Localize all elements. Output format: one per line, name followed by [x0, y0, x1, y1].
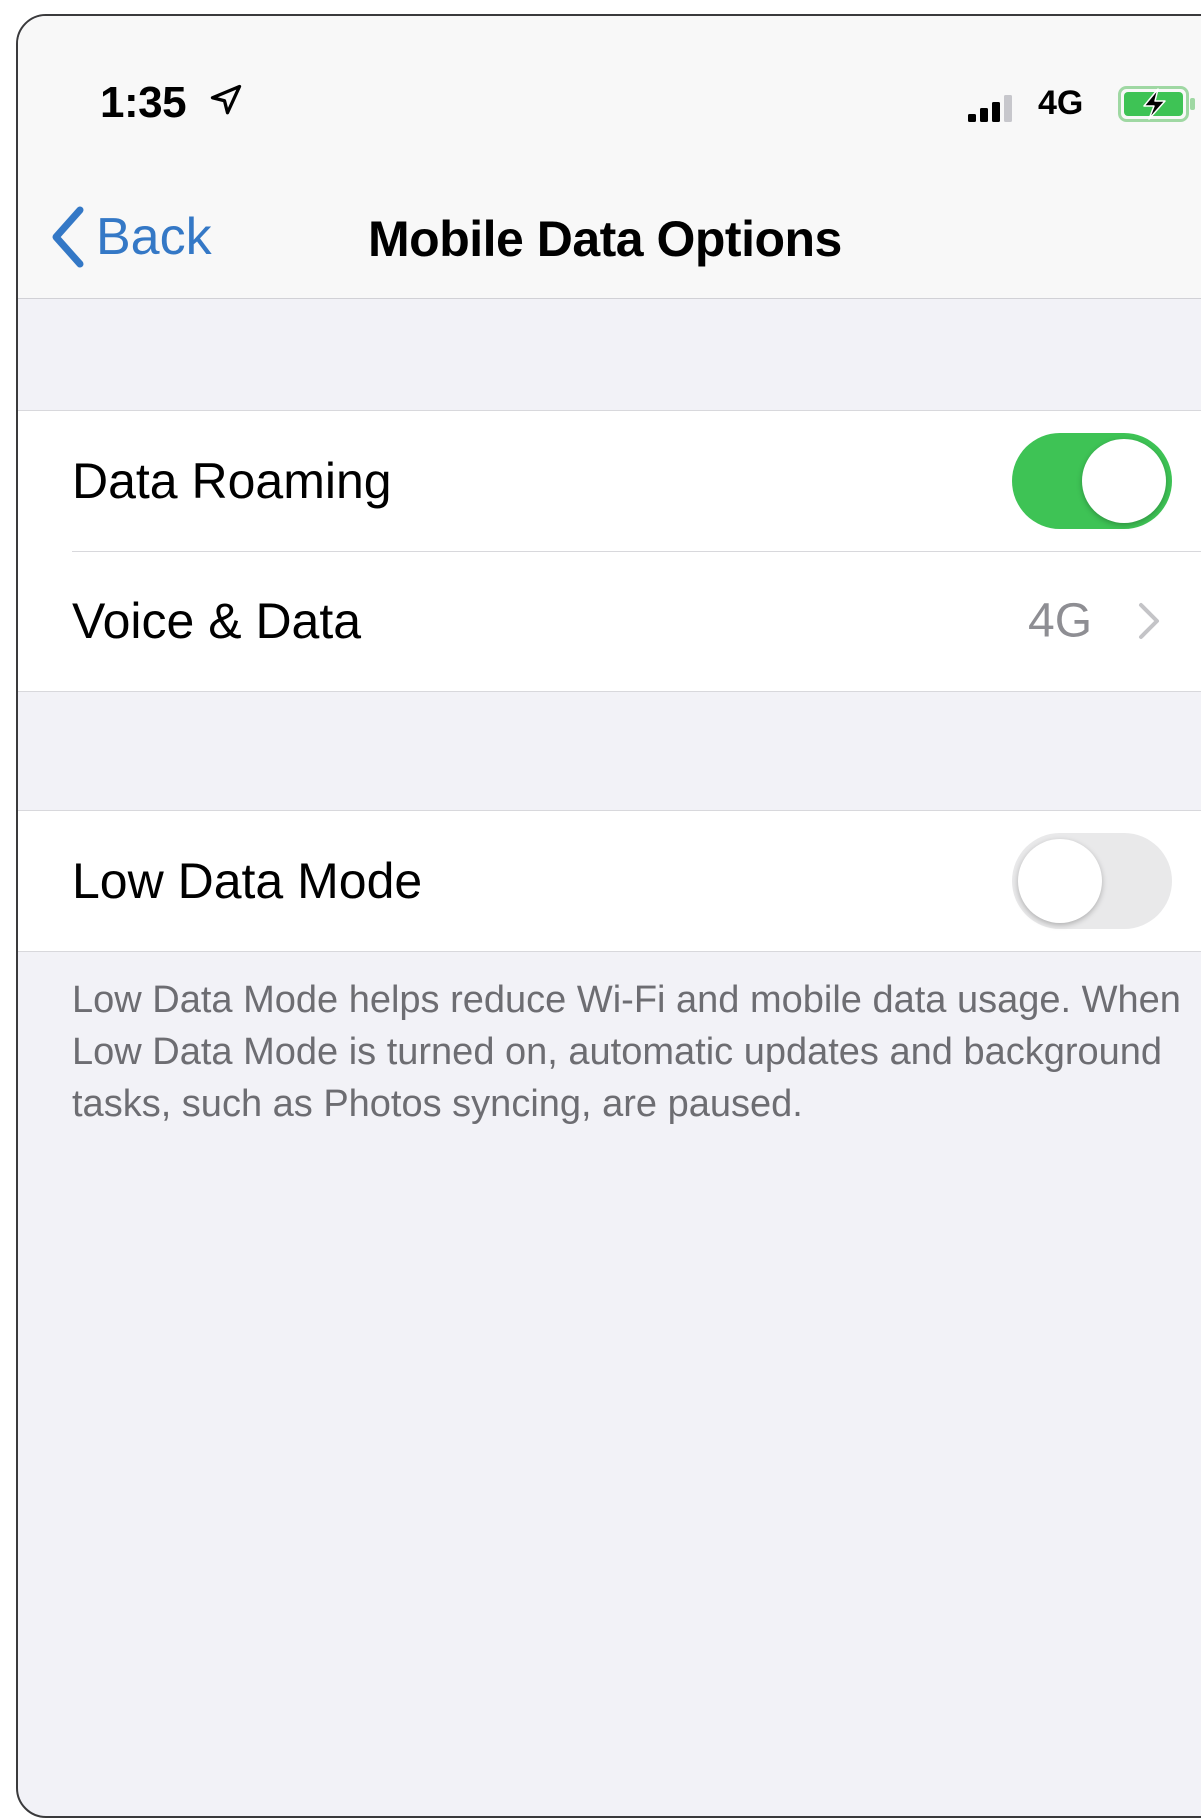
voice-data-value: 4G	[1028, 594, 1093, 648]
navigation-header: 1:35 4G Back Mobile Data Options	[18, 16, 1201, 299]
phone-screen: 1:35 4G Back Mobile Data Options Data Ro	[16, 14, 1201, 1818]
back-button-label: Back	[96, 208, 212, 266]
status-time: 1:35	[100, 78, 187, 127]
toggle-knob	[1082, 439, 1166, 523]
network-type-label: 4G	[1038, 84, 1084, 122]
battery-charging-icon	[1118, 86, 1195, 122]
location-arrow-icon	[210, 84, 242, 115]
chevron-right-icon	[1139, 603, 1159, 639]
data-roaming-toggle[interactable]	[1012, 433, 1172, 529]
low-data-mode-description: Low Data Mode helps reduce Wi-Fi and mob…	[72, 979, 1181, 1125]
voice-data-label: Voice & Data	[72, 593, 362, 649]
back-button[interactable]: Back	[46, 202, 212, 272]
page-title: Mobile Data Options	[368, 211, 842, 267]
data-roaming-label: Data Roaming	[72, 453, 392, 509]
low-data-group: Low Data Mode	[18, 810, 1201, 952]
roaming-voice-group: Data Roaming Voice & Data 4G	[18, 410, 1201, 692]
toggle-knob	[1018, 839, 1102, 923]
cellular-signal-icon	[968, 95, 1012, 122]
low-data-mode-toggle[interactable]	[1012, 833, 1172, 929]
low-data-mode-row: Low Data Mode	[18, 811, 1201, 951]
voice-data-row[interactable]: Voice & Data 4G	[18, 551, 1201, 691]
low-data-mode-label: Low Data Mode	[72, 853, 423, 909]
chevron-left-icon	[52, 206, 84, 268]
data-roaming-row: Data Roaming	[18, 411, 1201, 552]
